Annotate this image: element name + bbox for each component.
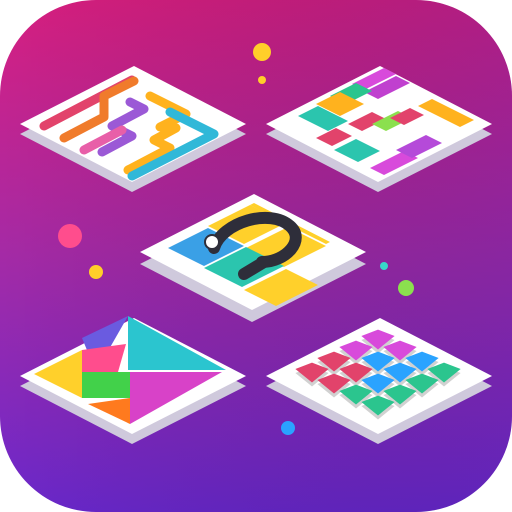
blue-dot-icon [281,421,295,435]
pink-dot-icon [58,224,82,248]
app-icon-graphic [0,0,512,512]
app-icon[interactable] [0,0,512,512]
yellow-dot-left-icon [89,265,103,279]
teal-dot-icon [380,262,388,270]
yellow-dot-icon [253,43,271,61]
green-dot-icon [398,280,414,296]
yellow-dot-small-icon [258,76,266,84]
